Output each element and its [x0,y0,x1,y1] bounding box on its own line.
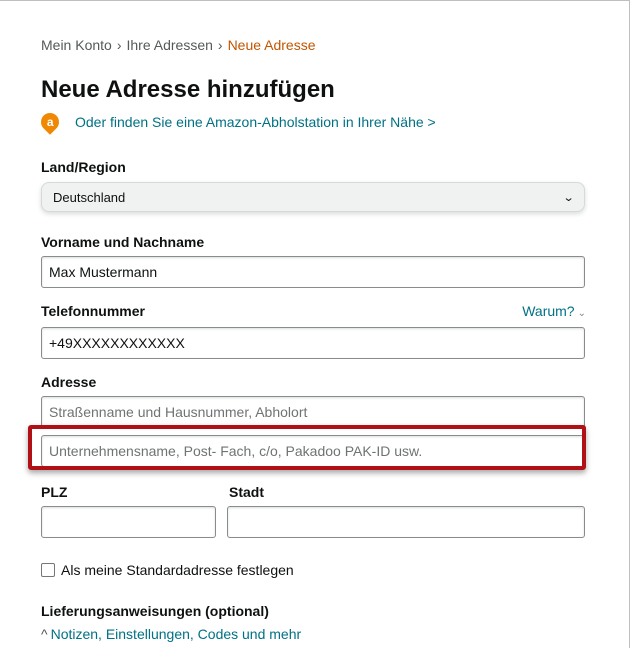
country-selected-value: Deutschland [53,189,126,205]
address-line1-input[interactable]: Straßenname und Hausnummer, Abholort [41,396,585,428]
address-line2-highlight [28,425,586,470]
country-select[interactable]: Deutschland ⌄ [41,182,585,212]
address-label: Adresse [41,374,97,390]
default-address-checkbox-row[interactable]: Als meine Standardadresse festlegen [41,562,294,578]
pickup-station-row: a Oder finden Sie eine Amazon-Abholstati… [37,109,436,135]
city-input[interactable] [227,506,585,538]
why-phone-link[interactable]: Warum? ⌄ [522,303,586,319]
postal-code-input[interactable] [41,506,216,538]
fullname-input[interactable]: Max Mustermann [41,256,585,288]
default-address-label: Als meine Standardadresse festlegen [61,562,294,578]
phone-input[interactable]: +49XXXXXXXXXXXX [41,327,585,359]
city-label: Stadt [229,484,264,500]
breadcrumb-my-account[interactable]: Mein Konto [41,37,112,53]
chevron-down-icon: ⌄ [562,191,575,204]
caret-up-icon: ^ [41,626,48,642]
page-title: Neue Adresse hinzufügen [41,76,335,103]
breadcrumb-your-addresses[interactable]: Ihre Adressen [127,37,213,53]
default-address-checkbox[interactable] [41,563,55,577]
location-pin-icon: a [37,109,63,135]
breadcrumb-separator: › [116,37,122,53]
breadcrumb-current: Neue Adresse [227,37,316,53]
fullname-label: Vorname und Nachname [41,234,205,250]
country-label: Land/Region [41,159,126,175]
delivery-instructions-label: Lieferungsanweisungen (optional) [41,603,269,619]
delivery-instructions-expander[interactable]: ^ Notizen, Einstellungen, Codes und mehr [41,626,301,642]
breadcrumb-separator: › [217,37,223,53]
postal-code-label: PLZ [41,484,68,500]
breadcrumb: Mein Konto › Ihre Adressen › Neue Adresse [41,37,316,53]
pickup-station-link[interactable]: Oder finden Sie eine Amazon-Abholstation… [75,114,436,130]
delivery-instructions-link: Notizen, Einstellungen, Codes und mehr [50,626,302,642]
chevron-down-icon: ⌄ [577,308,586,319]
phone-label: Telefonnummer [41,303,145,319]
